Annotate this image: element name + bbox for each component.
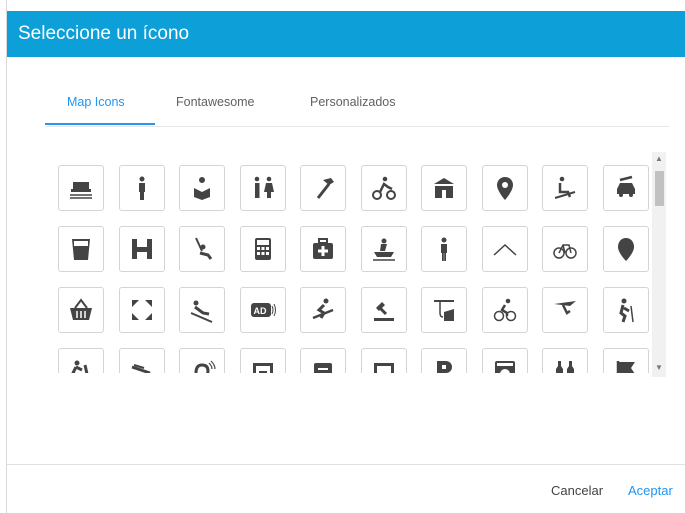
icon-option-calculator[interactable] (239, 226, 286, 272)
sledding-icon (190, 300, 213, 323)
icon-option-swing[interactable] (179, 226, 225, 272)
icon-option-bicycle[interactable] (542, 226, 588, 272)
audio-description-icon: AD (250, 303, 276, 317)
icon-option-picture-frame[interactable] (239, 348, 286, 373)
icon-option-car-repair[interactable] (602, 165, 649, 211)
flag-icon (616, 361, 635, 373)
icon-option-hang-gliding[interactable] (542, 287, 588, 333)
cancel-button[interactable]: Cancelar (551, 483, 603, 498)
accept-button[interactable]: Aceptar (628, 483, 673, 498)
dialog-title: Seleccione un ícono (18, 23, 190, 44)
swing-icon (195, 237, 213, 260)
boat-ramp-icon (131, 364, 150, 373)
icon-option-ski-lift[interactable] (542, 165, 588, 211)
icon-option-roof[interactable] (481, 226, 528, 272)
icon-source-tabs: Map Icons Fontawesome Personalizados (45, 87, 669, 127)
hiking-icon (618, 298, 634, 323)
bicycle-icon (553, 244, 577, 259)
tab-map-icons[interactable]: Map Icons (67, 95, 125, 109)
icon-option-auction[interactable] (360, 287, 407, 333)
reading-icon (194, 177, 210, 200)
icon-option-map-pin[interactable] (481, 165, 528, 211)
bottles-icon (556, 361, 574, 373)
motocross-icon (371, 176, 396, 200)
icon-option-cycling[interactable] (481, 287, 528, 333)
dialog-header: Seleccione un ícono (7, 11, 685, 57)
icon-option-sledding[interactable] (179, 287, 225, 333)
icon-option-storage[interactable] (300, 348, 346, 373)
roof-icon (492, 243, 517, 256)
icon-option-laundry[interactable] (481, 348, 528, 373)
icon-option-climbing[interactable] (58, 348, 104, 373)
scroll-up-icon[interactable]: ▲ (655, 155, 663, 163)
restrooms-icon (254, 176, 274, 198)
footer-divider (7, 464, 685, 465)
icon-option-man[interactable] (421, 226, 467, 272)
icon-option-boat-ramp[interactable] (118, 348, 165, 373)
snowboarding-icon (312, 298, 334, 320)
fullscreen-icon (131, 300, 152, 320)
icon-option-drink[interactable] (58, 226, 104, 272)
hearing-icon (194, 360, 216, 373)
marker-icon (617, 238, 634, 261)
storage-icon (314, 363, 332, 373)
calculator-icon (254, 238, 271, 260)
cycling-icon (493, 298, 516, 322)
map-pin-icon (496, 177, 513, 200)
hammer-icon (316, 178, 334, 199)
icon-option-photo[interactable] (360, 348, 407, 373)
laundry-icon (494, 361, 515, 373)
icon-option-basket[interactable] (58, 287, 104, 333)
drink-icon (72, 239, 90, 260)
scroll-thumb[interactable] (655, 171, 664, 206)
icon-option-fullscreen[interactable] (118, 287, 165, 333)
icon-option-motocross[interactable] (360, 165, 407, 211)
icon-option-hammer[interactable] (300, 165, 346, 211)
icon-option-hiking[interactable] (602, 287, 649, 333)
icon-option-hearing[interactable] (179, 348, 225, 373)
icon-option-ferry[interactable] (58, 165, 104, 211)
man-icon (441, 237, 447, 261)
vertical-scrollbar[interactable]: ▲ ▼ (652, 152, 666, 377)
first-aid-icon (313, 238, 333, 259)
auction-icon (373, 302, 394, 321)
rafting-icon (372, 238, 395, 261)
tab-fontawesome[interactable]: Fontawesome (176, 95, 255, 109)
icon-option-restrooms[interactable] (239, 165, 286, 211)
icon-option-hospital[interactable] (118, 226, 165, 272)
parking-icon (437, 361, 452, 373)
scroll-down-icon[interactable]: ▼ (655, 364, 663, 372)
svg-text:AD: AD (253, 306, 266, 316)
icon-grid-viewport[interactable]: AD (46, 160, 650, 373)
tab-personalizados[interactable]: Personalizados (310, 95, 395, 109)
window-edge (0, 0, 7, 513)
school-icon (434, 178, 454, 198)
icon-option-first-aid[interactable] (300, 226, 346, 272)
basket-icon (70, 298, 92, 320)
car-repair-icon (616, 175, 635, 197)
icon-option-fishing[interactable] (421, 287, 467, 333)
climbing-icon (71, 360, 89, 373)
icon-option-bottles[interactable] (542, 348, 588, 373)
icon-option-parking[interactable] (421, 348, 467, 373)
icon-option-school[interactable] (421, 165, 467, 211)
hang-gliding-icon (554, 301, 576, 315)
icon-option-audio-description[interactable]: AD (239, 287, 286, 333)
icon-option-flag[interactable] (602, 348, 649, 373)
ferry-icon (70, 182, 92, 199)
active-tab-indicator (45, 123, 155, 125)
picture-frame-icon (252, 363, 273, 373)
icon-option-reading[interactable] (179, 165, 225, 211)
icon-option-snowboarding[interactable] (300, 287, 346, 333)
icon-option-marker[interactable] (602, 226, 649, 272)
icon-option-rafting[interactable] (360, 226, 407, 272)
ski-lift-icon (554, 176, 576, 199)
fishing-icon (434, 300, 454, 321)
hospital-icon (131, 239, 152, 259)
photo-icon (373, 363, 394, 373)
toilet-man-icon (138, 176, 145, 200)
icon-option-toilet-man[interactable] (118, 165, 165, 211)
